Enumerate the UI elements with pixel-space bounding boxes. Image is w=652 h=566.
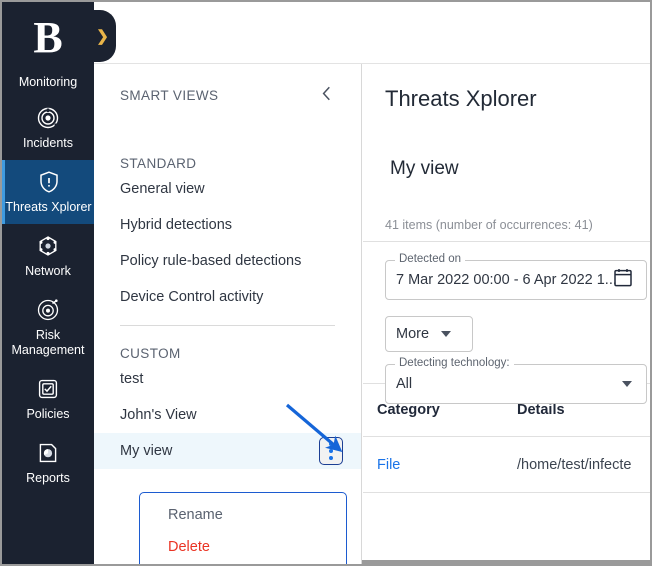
smart-view-item-test[interactable]: test (94, 361, 361, 397)
sidebar-item-risk-management[interactable]: Risk Management (2, 288, 94, 367)
sidebar-item-label: Threats Xplorer (5, 200, 91, 215)
table-row[interactable]: File /home/test/infecte (363, 437, 652, 493)
smart-view-label: Device Control activity (120, 289, 263, 305)
more-vertical-icon-dot (329, 442, 333, 446)
column-header-category: Category (377, 402, 517, 418)
smart-view-item-my-view[interactable]: My view (94, 433, 361, 469)
context-menu: Rename Delete (139, 492, 347, 566)
smart-view-item-general-view[interactable]: General view (94, 171, 361, 207)
chevron-right-icon: ❯ (96, 29, 109, 44)
detecting-technology-value: All (396, 376, 412, 392)
more-filters-label: More (396, 326, 429, 342)
more-filters-button[interactable]: More (385, 316, 473, 352)
content-panel: Threats Xplorer My view 41 items (number… (363, 64, 652, 566)
smart-view-item-device-control-activity[interactable]: Device Control activity (94, 279, 361, 315)
sidebar-item-incidents[interactable]: Incidents (2, 96, 94, 160)
sidebar-item-label: Risk Management (4, 328, 92, 358)
brand-logo-letter: B (33, 16, 62, 60)
current-view-name: My view (390, 158, 652, 180)
smart-view-item-johns-view[interactable]: John's View (94, 397, 361, 433)
item-count-text: 41 items (number of occurrences: 41) (385, 218, 652, 232)
sidebar-item-label: Network (25, 264, 71, 279)
sidebar-expand-toggle[interactable]: ❯ (86, 10, 116, 62)
policies-icon (35, 376, 61, 402)
sidebar-item-reports[interactable]: Reports (2, 431, 94, 495)
more-vertical-icon-dot (329, 456, 333, 460)
smart-views-panel: SMART VIEWS STANDARD General view Hybrid… (94, 64, 362, 566)
detected-on-value: 7 Mar 2022 00:00 - 6 Apr 2022 1... (396, 272, 617, 288)
cell-category-link[interactable]: File (377, 457, 400, 473)
smart-views-title: SMART VIEWS (120, 88, 218, 103)
sidebar-item-label: Reports (26, 471, 70, 486)
context-menu-item-rename[interactable]: Rename (140, 499, 346, 531)
chevron-down-icon (622, 381, 632, 387)
smart-view-label: test (120, 371, 143, 387)
smart-view-label: John's View (120, 407, 197, 423)
reports-icon (35, 440, 61, 466)
chevron-left-icon[interactable] (316, 84, 337, 106)
sidebar-item-network[interactable]: Network (2, 224, 94, 288)
kebab-menu-button[interactable] (319, 437, 343, 465)
smart-view-item-policy-rule-based-detections[interactable]: Policy rule-based detections (94, 243, 361, 279)
smart-view-item-hybrid-detections[interactable]: Hybrid detections (94, 207, 361, 243)
sidebar-item-label: Monitoring (19, 75, 77, 90)
application-window: B Monitoring Incidents (0, 0, 652, 566)
detecting-technology-label: Detecting technology: (395, 357, 514, 369)
detected-on-label: Detected on (395, 253, 465, 265)
standard-section-label: STANDARD (94, 156, 361, 171)
risk-management-icon (35, 297, 61, 323)
custom-section-label: CUSTOM (94, 346, 361, 361)
context-menu-item-label: Delete (168, 539, 210, 555)
smart-views-header: SMART VIEWS (94, 64, 361, 106)
filters-bar: Detected on 7 Mar 2022 00:00 - 6 Apr 202… (363, 242, 652, 384)
sidebar-item-monitoring[interactable]: Monitoring (2, 56, 94, 96)
network-icon (35, 233, 61, 259)
incidents-icon (35, 105, 61, 131)
column-header-details: Details (517, 402, 652, 418)
page-title: Threats Xplorer (385, 86, 652, 112)
main-sidebar: B Monitoring Incidents (2, 2, 94, 566)
cell-details: /home/test/infecte (517, 457, 652, 473)
content-header: Threats Xplorer My view 41 items (number… (363, 64, 652, 242)
table-row-partial (363, 493, 652, 513)
context-menu-item-label: Rename (168, 507, 223, 523)
shield-icon (36, 169, 62, 195)
sidebar-item-threats-xplorer[interactable]: Threats Xplorer (2, 160, 94, 224)
smart-view-label: Hybrid detections (120, 217, 232, 233)
sidebar-nav-list: Monitoring Incidents (2, 74, 94, 495)
section-divider (120, 325, 335, 326)
sidebar-item-policies[interactable]: Policies (2, 367, 94, 431)
smart-view-label: My view (120, 443, 172, 459)
sidebar-item-label: Incidents (23, 136, 73, 151)
context-menu-item-delete[interactable]: Delete (140, 531, 346, 563)
detecting-technology-field[interactable]: Detecting technology: All (385, 364, 647, 404)
detected-on-field[interactable]: Detected on 7 Mar 2022 00:00 - 6 Apr 202… (385, 260, 647, 300)
smart-view-label: Policy rule-based detections (120, 253, 301, 269)
more-vertical-icon-dot (329, 449, 333, 453)
calendar-icon[interactable] (614, 268, 632, 292)
smart-view-label: General view (120, 181, 205, 197)
sidebar-item-label: Policies (26, 407, 69, 422)
chevron-down-icon (441, 331, 451, 337)
